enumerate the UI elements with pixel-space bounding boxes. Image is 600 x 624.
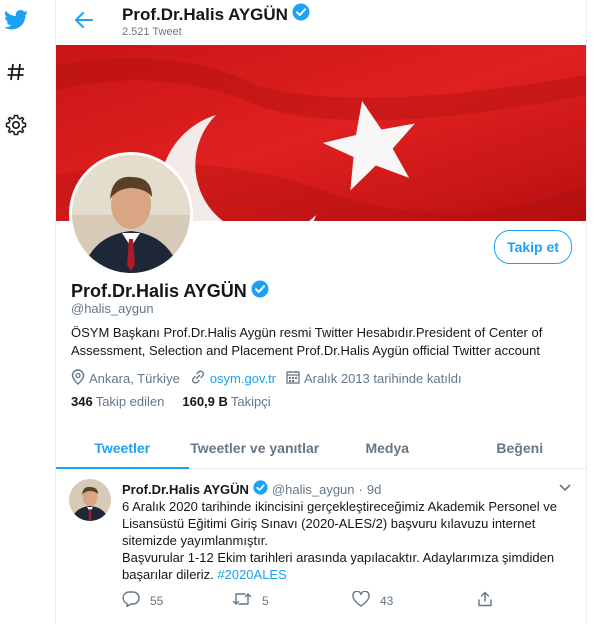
profile-stats: 346 Takip edilen 160,9 B Takipçi: [71, 394, 289, 409]
tweet-header: Prof.Dr.Halis AYGÜN @halis_aygun · 9d: [122, 480, 381, 498]
like-button[interactable]: 43: [352, 590, 394, 610]
tweet-author-handle[interactable]: @halis_aygun: [272, 482, 355, 497]
join-date-text: Aralık 2013 tarihinde katıldı: [304, 371, 462, 386]
profile-avatar[interactable]: [69, 152, 193, 276]
share-button[interactable]: [477, 591, 503, 610]
retweet-icon: [232, 591, 262, 610]
back-arrow-icon[interactable]: [72, 8, 96, 32]
profile-column: Prof.Dr.Halis AYGÜN 2.521 Tweet Takip et…: [55, 0, 587, 624]
retweet-count: 5: [262, 593, 269, 608]
followers-stat[interactable]: 160,9 B Takipçi: [182, 394, 270, 409]
tab-tweets-and-replies[interactable]: Tweetler ve yanıtlar: [189, 428, 322, 468]
gear-icon[interactable]: [4, 113, 28, 137]
reply-count: 55: [150, 593, 164, 608]
followers-count: 160,9 B: [182, 394, 228, 409]
verified-badge-icon: [292, 3, 310, 26]
tweet-hashtag[interactable]: #2020ALES: [217, 567, 286, 582]
reply-button[interactable]: 55: [122, 591, 163, 610]
tweet-count: 2.521 Tweet: [122, 26, 182, 38]
retweet-button[interactable]: 5: [232, 591, 269, 610]
heart-icon: [352, 590, 380, 610]
followers-label: Takipçi: [230, 394, 271, 409]
tab-tweets[interactable]: Tweetler: [56, 428, 189, 469]
link-icon: [190, 370, 210, 387]
calendar-icon: [286, 370, 304, 387]
tweet-text-line1: 6 Aralık 2020 tarihinde ikincisini gerçe…: [122, 499, 557, 548]
tweet-author-name[interactable]: Prof.Dr.Halis AYGÜN: [122, 482, 249, 497]
reply-icon: [122, 591, 150, 610]
follow-button[interactable]: Takip et: [494, 230, 572, 264]
location-pin-icon: [71, 369, 89, 388]
following-count: 346: [71, 394, 93, 409]
profile-name-text: Prof.Dr.Halis AYGÜN: [71, 281, 247, 301]
hashtag-icon[interactable]: [4, 60, 28, 84]
tweet-text-line2: Başvurular 1-12 Ekim tarihleri arasında …: [122, 549, 572, 583]
header-name-text: Prof.Dr.Halis AYGÜN: [122, 4, 288, 24]
profile-meta: Ankara, Türkiye osym.gov.tr Aralık 2013 …: [71, 369, 472, 388]
website[interactable]: osym.gov.tr: [190, 370, 276, 387]
tweet-actions: 55 5 43: [122, 590, 562, 611]
like-count: 43: [380, 593, 394, 608]
tab-media[interactable]: Medya: [321, 428, 454, 468]
tweet-separator: ·: [358, 481, 363, 497]
verified-badge-icon: [253, 480, 268, 498]
profile-bio: ÖSYM Başkanı Prof.Dr.Halis Aygün resmi T…: [71, 325, 543, 358]
twitter-bird-icon[interactable]: [4, 8, 28, 32]
website-link[interactable]: osym.gov.tr: [210, 371, 276, 386]
location-text: Ankara, Türkiye: [89, 371, 180, 386]
verified-badge-icon: [251, 280, 269, 303]
tweet-item[interactable]: Prof.Dr.Halis AYGÜN @halis_aygun · 9d 6 …: [56, 469, 586, 624]
header-profile-name: Prof.Dr.Halis AYGÜN: [122, 3, 310, 26]
following-stat[interactable]: 346 Takip edilen: [71, 394, 164, 409]
left-nav: [0, 0, 52, 624]
tweet-time[interactable]: 9d: [367, 482, 381, 497]
profile-name: Prof.Dr.Halis AYGÜN: [71, 280, 269, 303]
tweet-text: 6 Aralık 2020 tarihinde ikincisini gerçe…: [122, 498, 572, 583]
profile-header-bar: Prof.Dr.Halis AYGÜN 2.521 Tweet: [56, 0, 586, 44]
profile-tabs: Tweetler Tweetler ve yanıtlar Medya Beğe…: [56, 428, 586, 469]
tweet-text-line2-body: Başvurular 1-12 Ekim tarihleri arasında …: [122, 550, 555, 582]
share-icon: [477, 591, 503, 610]
following-label: Takip edilen: [95, 394, 165, 409]
location: Ankara, Türkiye: [71, 369, 180, 388]
join-date: Aralık 2013 tarihinde katıldı: [286, 370, 462, 387]
tweet-avatar[interactable]: [69, 479, 111, 521]
profile-handle: @halis_aygun: [71, 301, 154, 316]
chevron-down-icon[interactable]: [556, 479, 574, 497]
tab-likes[interactable]: Beğeni: [454, 428, 587, 468]
